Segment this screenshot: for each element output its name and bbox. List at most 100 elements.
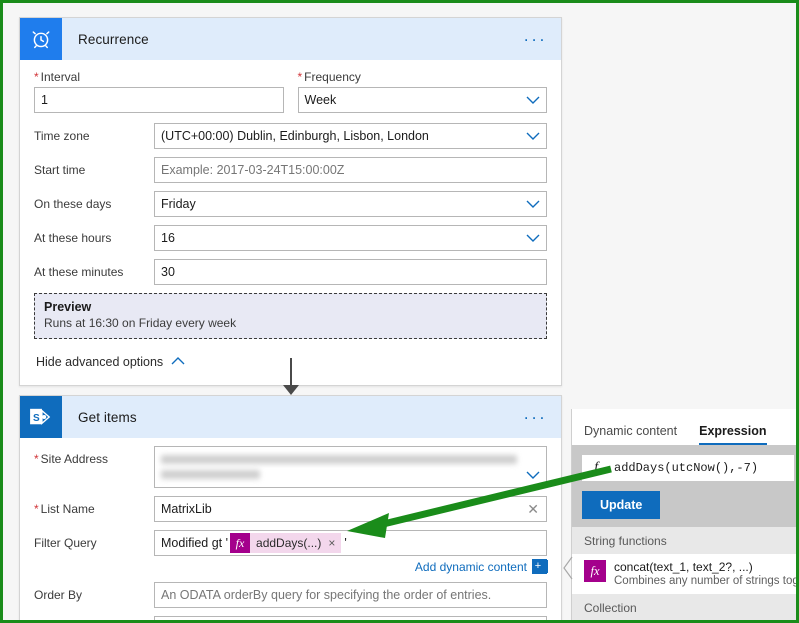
top-count-label: Top Count <box>34 616 154 620</box>
get-items-card-header[interactable]: S Get items ··· <box>20 396 561 438</box>
add-dynamic-content-button[interactable]: Add dynamic content + <box>154 559 547 574</box>
expression-token-label: addDays(...) <box>256 536 322 550</box>
filter-query-row: Filter Query Modified gt ' fx addDays(..… <box>34 530 547 556</box>
recurrence-card-title: Recurrence <box>78 31 149 47</box>
list-name-input[interactable]: MatrixLib ✕ <box>154 496 547 522</box>
site-address-redacted-value <box>161 452 540 482</box>
timezone-row: Time zone (UTC+00:00) Dublin, Edinburgh,… <box>34 123 547 149</box>
recurrence-card-header[interactable]: Recurrence ··· <box>20 18 561 60</box>
interval-group: Interval 1 <box>34 70 284 113</box>
update-button[interactable]: Update <box>582 491 661 519</box>
top-count-row: Top Count Total number of entries to ret… <box>34 616 547 620</box>
list-name-row: List Name MatrixLib ✕ <box>34 496 547 522</box>
starttime-row: Start time Example: 2017-03-24T15:00:00Z <box>34 157 547 183</box>
recurrence-card-menu-button[interactable]: ··· <box>519 28 551 51</box>
get-items-card-menu-button[interactable]: ··· <box>519 406 551 429</box>
add-dynamic-content-label: Add dynamic content <box>414 559 527 574</box>
timezone-dropdown[interactable]: (UTC+00:00) Dublin, Edinburgh, Lisbon, L… <box>154 123 547 149</box>
site-address-row: Site Address <box>34 446 547 488</box>
expression-token[interactable]: addDays(...) × <box>250 533 342 553</box>
function-description: Combines any number of strings toget <box>614 575 799 587</box>
list-name-label: List Name <box>34 496 154 516</box>
interval-label: Interval <box>34 70 284 84</box>
order-by-input[interactable]: An ODATA orderBy query for specifying th… <box>154 582 547 608</box>
preview-text: Runs at 16:30 on Friday every week <box>44 316 237 330</box>
recurrence-card-body: Interval 1 Frequency Week <box>20 60 561 385</box>
order-by-row: Order By An ODATA orderBy query for spec… <box>34 582 547 608</box>
atthesehours-row: At these hours 16 <box>34 225 547 251</box>
chevron-left-icon[interactable] <box>563 555 573 581</box>
frequency-value: Week <box>304 93 337 107</box>
chevron-down-icon <box>526 200 540 208</box>
attheseminutes-input[interactable]: 30 <box>154 259 547 285</box>
interval-value: 1 <box>41 93 48 107</box>
get-items-card: S Get items ··· Site Address <box>19 395 562 620</box>
list-name-value: MatrixLib <box>161 502 212 516</box>
add-dynamic-content-row: Add dynamic content + <box>34 557 547 580</box>
expression-panel: Dynamic content Expression fx addDays(ut… <box>563 409 799 620</box>
filter-query-suffix: ' <box>344 536 347 550</box>
get-items-card-body: Site Address List Name Matrix <box>20 438 561 620</box>
svg-text:S: S <box>33 413 40 424</box>
sharepoint-icon: S <box>20 396 62 438</box>
order-by-placeholder: An ODATA orderBy query for specifying th… <box>161 588 492 602</box>
function-list-item[interactable]: fx concat(text_1, text_2?, ...) Combines… <box>572 554 799 594</box>
screenshot-root: Recurrence ··· Interval 1 Frequency Week <box>0 0 799 623</box>
atthesehours-dropdown[interactable]: 16 <box>154 225 547 251</box>
onthesedays-row: On these days Friday <box>34 191 547 217</box>
fx-icon: fx <box>594 459 602 477</box>
function-name: concat(text_1, text_2?, ...) <box>614 560 753 574</box>
filter-query-input[interactable]: Modified gt ' fx addDays(...) × ' <box>154 530 547 556</box>
remove-token-icon[interactable]: × <box>328 536 335 550</box>
collection-heading: Collection <box>572 594 796 620</box>
top-count-input[interactable]: Total number of entries to retrieve (def… <box>154 616 547 620</box>
recurrence-preview: Preview Runs at 16:30 on Friday every we… <box>34 293 547 339</box>
attheseminutes-value: 30 <box>161 265 175 279</box>
frequency-dropdown[interactable]: Week <box>297 87 547 113</box>
expression-panel-tabs: Dynamic content Expression <box>572 409 796 445</box>
tab-expression[interactable]: Expression <box>699 424 767 445</box>
atthesehours-value: 16 <box>161 231 175 245</box>
starttime-input[interactable]: Example: 2017-03-24T15:00:00Z <box>154 157 547 183</box>
get-items-card-title: Get items <box>78 409 137 425</box>
expression-input[interactable]: fx addDays(utcNow(),-7) <box>582 455 794 481</box>
filter-query-label: Filter Query <box>34 536 97 550</box>
hide-advanced-options-button[interactable]: Hide advanced options <box>34 343 187 373</box>
recurrence-card: Recurrence ··· Interval 1 Frequency Week <box>19 17 562 386</box>
fx-icon: fx <box>584 560 606 582</box>
timezone-label: Time zone <box>34 129 90 143</box>
redacted-bar <box>161 470 260 479</box>
clear-icon[interactable]: ✕ <box>527 502 539 516</box>
frequency-label: Frequency <box>298 70 548 84</box>
hide-advanced-options-label: Hide advanced options <box>36 355 164 369</box>
interval-input[interactable]: 1 <box>34 87 284 113</box>
order-by-label: Order By <box>34 588 83 602</box>
site-address-dropdown[interactable] <box>154 446 547 488</box>
chevron-down-icon <box>526 234 540 242</box>
starttime-placeholder: Example: 2017-03-24T15:00:00Z <box>161 163 345 177</box>
attheseminutes-row: At these minutes 30 <box>34 259 547 285</box>
interval-frequency-row: Interval 1 Frequency Week <box>34 70 547 113</box>
onthesedays-dropdown[interactable]: Friday <box>154 191 547 217</box>
site-address-label: Site Address <box>34 446 154 466</box>
filter-query-prefix: Modified gt ' <box>161 536 229 550</box>
chevron-down-icon <box>526 132 540 140</box>
preview-title: Preview <box>44 300 92 314</box>
redacted-bar <box>161 455 518 464</box>
filter-query-content: Modified gt ' fx addDays(...) × ' <box>161 533 347 553</box>
chevron-up-icon <box>171 355 185 369</box>
onthesedays-label: On these days <box>34 197 112 211</box>
plus-icon: + <box>532 559 547 574</box>
flow-connector-arrow-icon <box>283 385 299 395</box>
tab-dynamic-content[interactable]: Dynamic content <box>584 424 677 445</box>
starttime-label: Start time <box>34 163 86 177</box>
chevron-down-icon <box>526 471 540 479</box>
fx-icon: fx <box>230 533 251 553</box>
attheseminutes-label: At these minutes <box>34 265 124 279</box>
flow-designer-canvas: Recurrence ··· Interval 1 Frequency Week <box>3 3 796 620</box>
frequency-group: Frequency Week <box>297 70 548 113</box>
onthesedays-value: Friday <box>161 197 196 211</box>
expression-value: addDays(utcNow(),-7) <box>614 461 759 475</box>
timezone-value: (UTC+00:00) Dublin, Edinburgh, Lisbon, L… <box>161 129 429 143</box>
